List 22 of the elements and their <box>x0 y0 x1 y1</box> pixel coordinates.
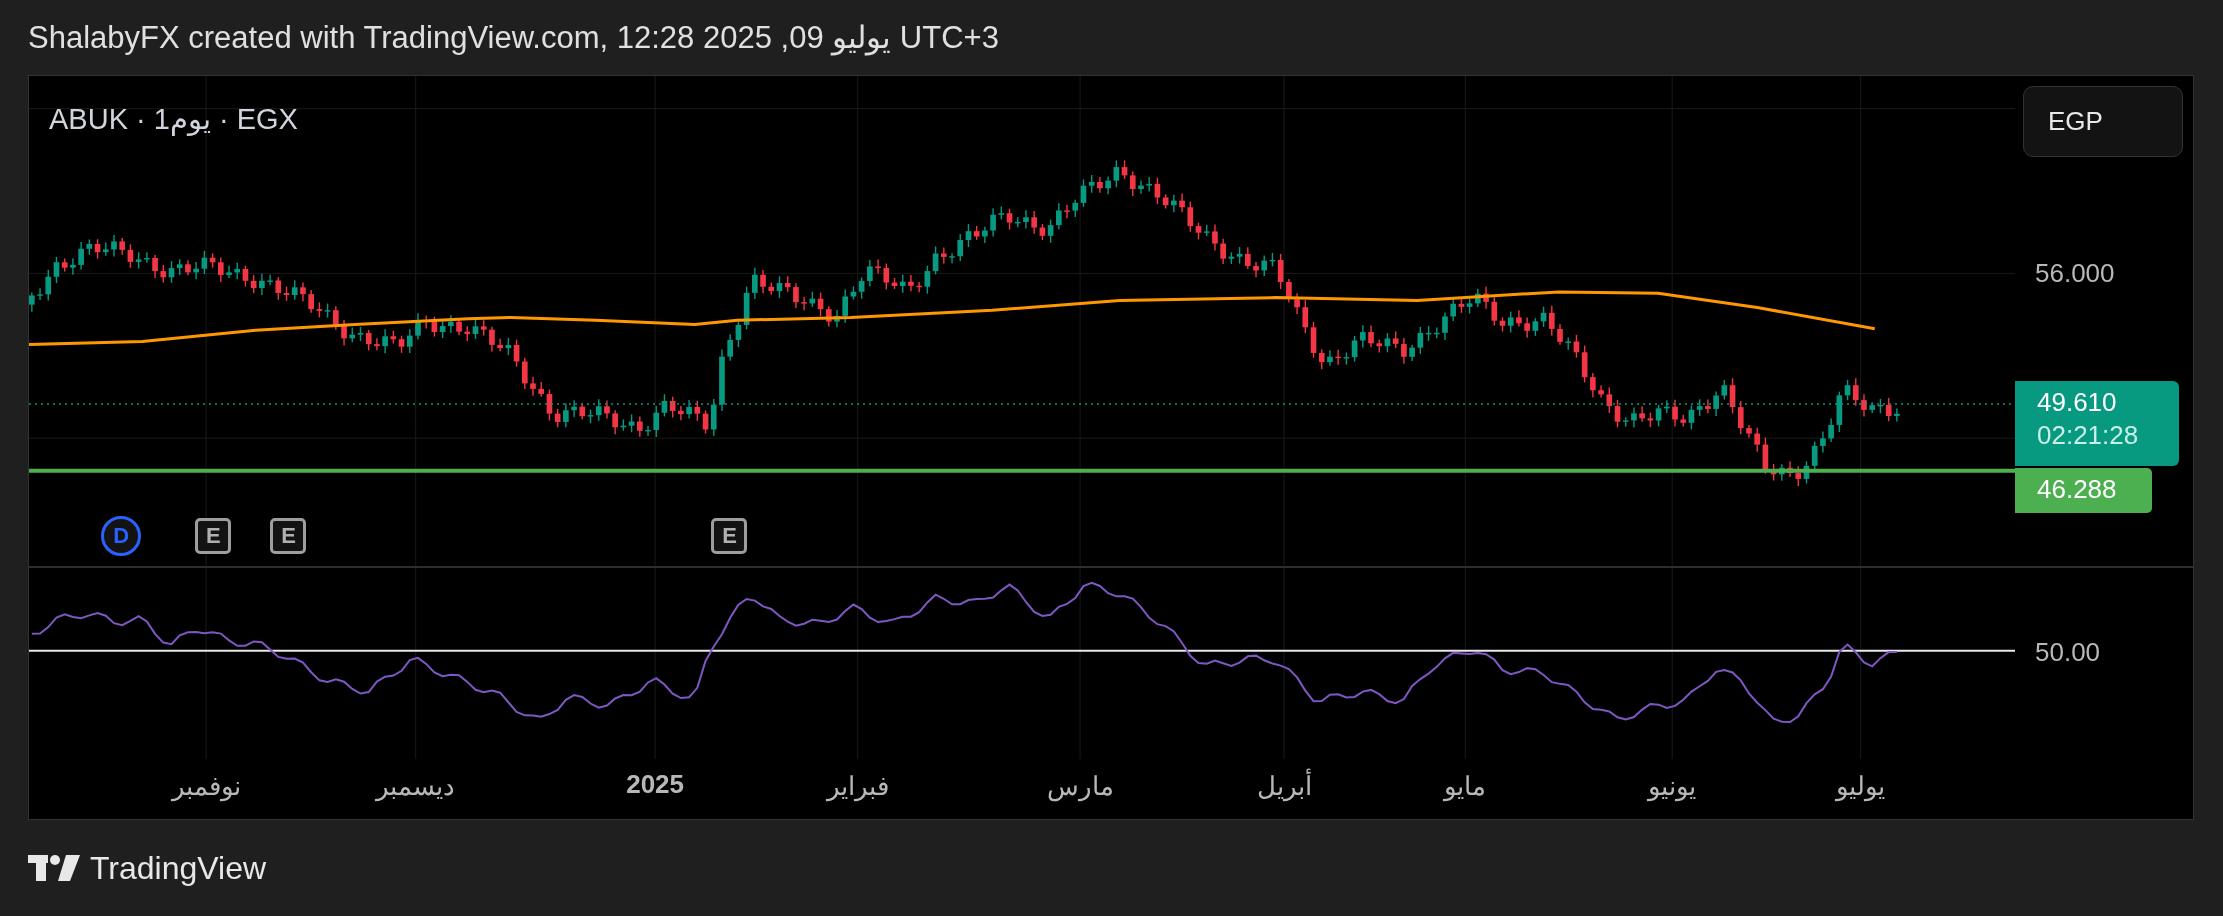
month-label: يونيو <box>1648 771 1697 802</box>
line-price-label: 46.288 <box>2015 468 2152 513</box>
logo-icon <box>28 855 80 881</box>
attribution-text: ShalabyFX created with TradingView.com, يوليو 09, 2025 12:28 UTC+3 <box>28 19 999 56</box>
year-label: 2025 <box>626 769 685 800</box>
earnings-marker[interactable]: E <box>270 518 307 554</box>
month-label: فبراير <box>826 771 889 802</box>
price-tick: 56.000 <box>2035 257 2115 289</box>
month-label: مارس <box>1046 771 1114 802</box>
rsi-tick: 50.00 <box>2035 636 2101 668</box>
earnings-marker[interactable]: E <box>195 518 232 554</box>
chart-legend: ABUK · 1يوم · EGX <box>49 102 298 136</box>
bar-countdown: 02:21:28 <box>2037 420 2140 451</box>
logo-text: TradingView <box>90 849 267 887</box>
currency-button[interactable]: EGP <box>2023 86 2183 157</box>
month-label: ديسمبر <box>376 771 456 802</box>
last-price: 49.610 <box>2037 387 2118 418</box>
dividend-marker[interactable]: D <box>101 516 142 556</box>
month-label: نوفمبر <box>171 771 241 802</box>
earnings-marker[interactable]: E <box>711 518 748 554</box>
month-label: مايو <box>1444 771 1487 802</box>
month-label: يوليو <box>1836 771 1886 802</box>
